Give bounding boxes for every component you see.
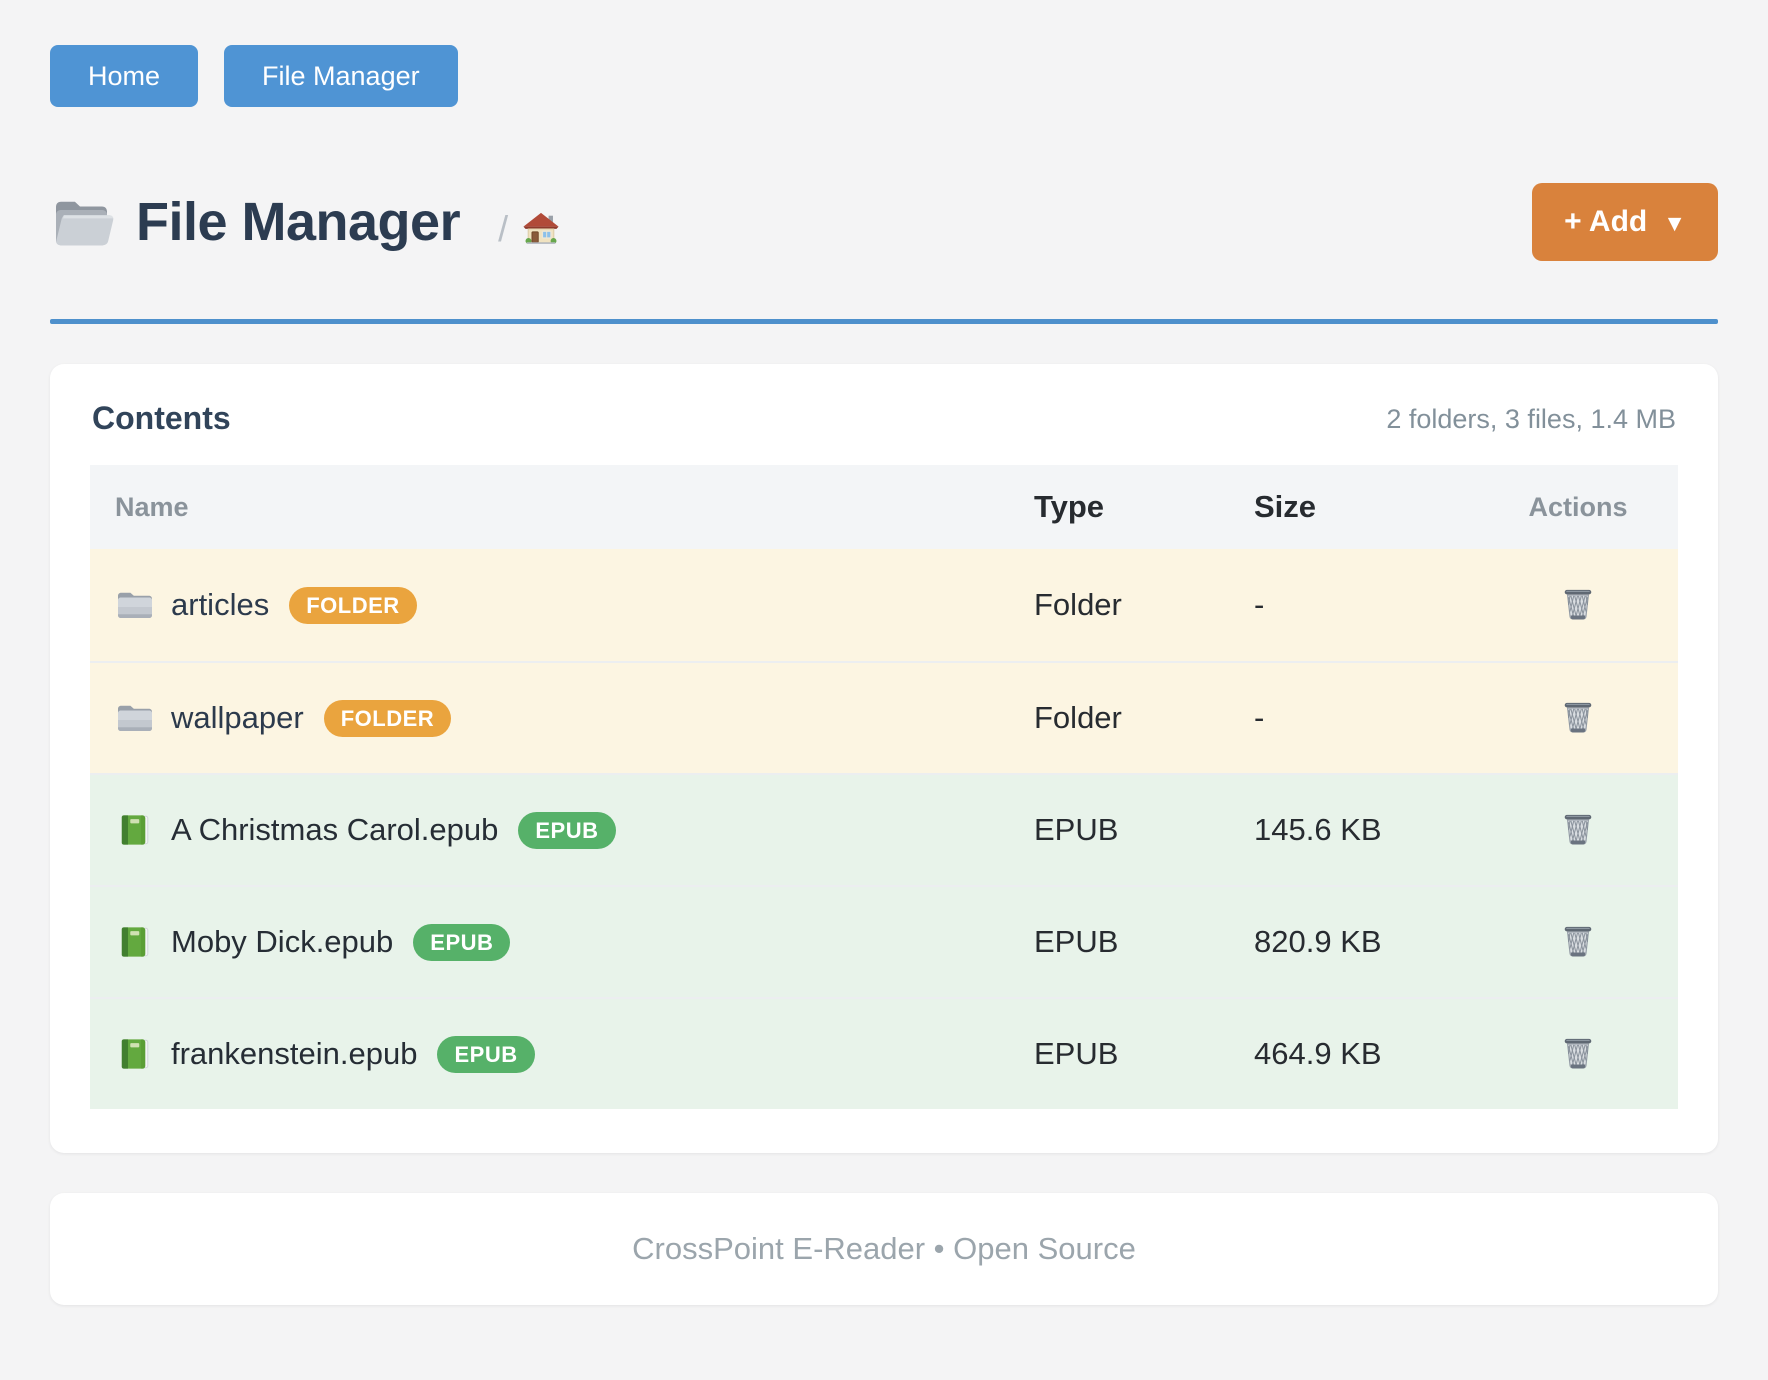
contents-summary: 2 folders, 3 files, 1.4 MB (1386, 404, 1676, 437)
delete-button[interactable] (1558, 584, 1598, 626)
nav-home-button[interactable]: Home (50, 45, 198, 107)
type-cell: EPUB (1028, 1036, 1248, 1072)
name-cell: articles FOLDER (90, 587, 1028, 624)
trash-icon (1558, 697, 1598, 733)
column-header-name: Name (90, 492, 1028, 523)
house-icon[interactable] (522, 210, 560, 248)
actions-cell (1478, 584, 1678, 626)
delete-button[interactable] (1558, 697, 1598, 739)
type-badge: FOLDER (324, 700, 451, 737)
actions-cell (1478, 697, 1678, 739)
type-cell: EPUB (1028, 812, 1248, 848)
type-cell: Folder (1028, 700, 1248, 736)
chevron-down-icon: ▼ (1663, 212, 1686, 235)
delete-button[interactable] (1558, 921, 1598, 963)
add-button[interactable]: + Add ▼ (1532, 183, 1718, 261)
trash-icon (1558, 809, 1598, 845)
table-body: articles FOLDER Folder - wallpaper FOLDE… (90, 549, 1678, 1109)
delete-button[interactable] (1558, 1033, 1598, 1075)
trash-icon (1558, 584, 1598, 620)
footer-text: CrossPoint E-Reader • Open Source (632, 1231, 1136, 1267)
nav-file-manager-button[interactable]: File Manager (224, 45, 458, 107)
size-cell: 820.9 KB (1248, 924, 1478, 960)
contents-title: Contents (92, 400, 231, 437)
type-badge: FOLDER (289, 587, 416, 624)
page-title: File Manager (136, 191, 460, 253)
name-cell: frankenstein.epub EPUB (90, 1036, 1028, 1073)
table-row: A Christmas Carol.epub EPUB EPUB 145.6 K… (90, 773, 1678, 885)
file-name-link[interactable]: frankenstein.epub (171, 1036, 417, 1072)
type-badge: EPUB (413, 924, 510, 961)
table-row: Moby Dick.epub EPUB EPUB 820.9 KB (90, 885, 1678, 997)
table-row: articles FOLDER Folder - (90, 549, 1678, 661)
name-cell: Moby Dick.epub EPUB (90, 924, 1028, 961)
open-folder-icon (50, 193, 116, 251)
file-name-link[interactable]: articles (171, 587, 269, 623)
type-badge: EPUB (437, 1036, 534, 1073)
type-badge: EPUB (518, 812, 615, 849)
book-icon (115, 812, 155, 848)
book-icon (115, 1036, 155, 1072)
folder-icon (115, 700, 155, 736)
actions-cell (1478, 809, 1678, 851)
contents-card-header: Contents 2 folders, 3 files, 1.4 MB (90, 400, 1678, 437)
file-name-link[interactable]: Moby Dick.epub (171, 924, 393, 960)
file-name-link[interactable]: A Christmas Carol.epub (171, 812, 498, 848)
table-row: frankenstein.epub EPUB EPUB 464.9 KB (90, 997, 1678, 1109)
trash-icon (1558, 1033, 1598, 1069)
size-cell: 145.6 KB (1248, 812, 1478, 848)
top-nav: Home File Manager (50, 45, 1718, 107)
trash-icon (1558, 921, 1598, 957)
actions-cell (1478, 921, 1678, 963)
header-divider (50, 319, 1718, 324)
size-cell: - (1248, 587, 1478, 623)
file-name-link[interactable]: wallpaper (171, 700, 304, 736)
name-cell: A Christmas Carol.epub EPUB (90, 812, 1028, 849)
type-cell: EPUB (1028, 924, 1248, 960)
breadcrumb: / (498, 208, 560, 250)
table-header-row: Name Type Size Actions (90, 465, 1678, 549)
page: Home File Manager File Manager / + Add ▼… (0, 0, 1768, 1380)
column-header-type: Type (1028, 489, 1248, 525)
size-cell: 464.9 KB (1248, 1036, 1478, 1072)
size-cell: - (1248, 700, 1478, 736)
column-header-actions: Actions (1478, 492, 1678, 523)
title-wrap: File Manager / (50, 191, 1532, 253)
book-icon (115, 924, 155, 960)
column-header-size: Size (1248, 489, 1478, 525)
add-button-label: + Add (1564, 205, 1647, 239)
file-table: Name Type Size Actions articles FOLDER F… (90, 465, 1678, 1109)
page-header: File Manager / + Add ▼ (50, 182, 1718, 262)
name-cell: wallpaper FOLDER (90, 700, 1028, 737)
type-cell: Folder (1028, 587, 1248, 623)
delete-button[interactable] (1558, 809, 1598, 851)
folder-icon (115, 587, 155, 623)
footer-card: CrossPoint E-Reader • Open Source (50, 1193, 1718, 1305)
breadcrumb-separator: / (498, 208, 508, 250)
contents-card: Contents 2 folders, 3 files, 1.4 MB Name… (50, 364, 1718, 1153)
actions-cell (1478, 1033, 1678, 1075)
table-row: wallpaper FOLDER Folder - (90, 661, 1678, 773)
